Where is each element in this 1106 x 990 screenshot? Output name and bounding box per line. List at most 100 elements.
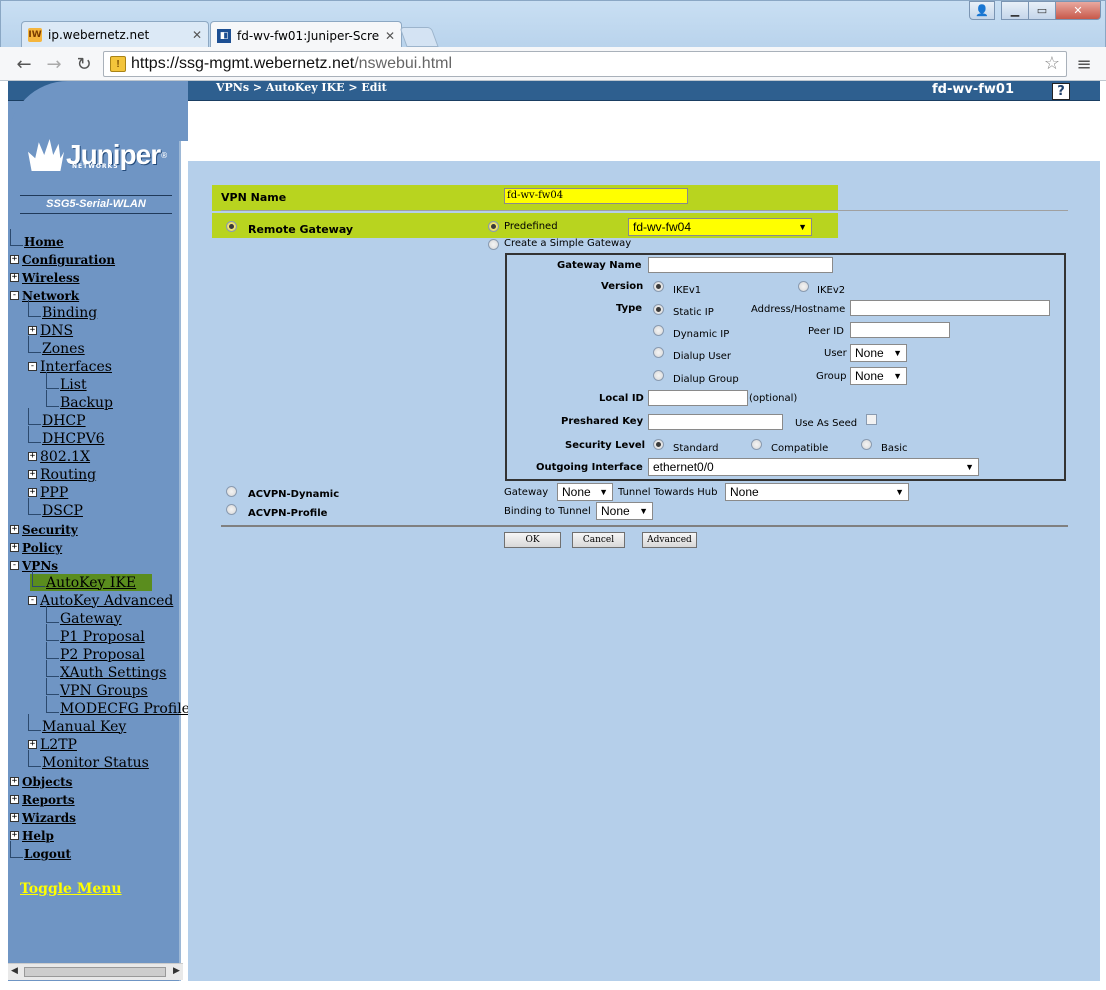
bookmark-star-icon[interactable]: ☆ bbox=[1044, 53, 1060, 74]
reload-icon[interactable]: ↻ bbox=[72, 52, 96, 76]
simple-gateway-radio[interactable] bbox=[488, 239, 499, 250]
sidebar-item-routing[interactable]: + Routing bbox=[28, 466, 96, 483]
local-id-input[interactable] bbox=[648, 390, 748, 406]
sidebar-item-802-1x[interactable]: +802.1X bbox=[28, 448, 90, 465]
dialup-user-radio[interactable] bbox=[653, 347, 664, 358]
sidebar-item-network[interactable]: - Network bbox=[10, 287, 79, 304]
sidebar-item-autokey-ike[interactable]: AutoKey IKE bbox=[30, 570, 152, 591]
expand-icon[interactable]: + bbox=[10, 543, 19, 552]
expand-icon[interactable]: + bbox=[28, 488, 37, 497]
new-tab-button[interactable] bbox=[399, 27, 439, 47]
tab-title: ip.webernetz.net bbox=[48, 28, 150, 42]
browser-tab-juniper[interactable]: ◧ fd-wv-fw01:Juniper-Scree ✕ bbox=[210, 21, 402, 49]
sidebar-item-xauth-settings[interactable]: XAuth Settings bbox=[46, 660, 166, 681]
ok-button[interactable]: OK bbox=[504, 532, 561, 548]
expand-icon[interactable]: + bbox=[28, 326, 37, 335]
forward-arrow-icon[interactable]: → bbox=[42, 52, 66, 76]
advanced-button[interactable]: Advanced bbox=[642, 532, 697, 548]
sidebar-item-modecfg-profile[interactable]: MODECFG Profile bbox=[46, 696, 190, 717]
sidebar-item-configuration[interactable]: + Configuration bbox=[10, 251, 115, 268]
scroll-right-icon[interactable]: ▶ bbox=[173, 966, 180, 976]
sidebar-item-interfaces[interactable]: - Interfaces bbox=[28, 358, 112, 375]
expand-icon[interactable]: + bbox=[28, 452, 37, 461]
sidebar-item-monitor-status[interactable]: Monitor Status bbox=[28, 750, 149, 771]
standard-radio[interactable] bbox=[653, 439, 664, 450]
scroll-left-icon[interactable]: ◀ bbox=[11, 966, 18, 976]
dialup-group-radio[interactable] bbox=[653, 370, 664, 381]
sidebar-item-label: DSCP bbox=[42, 502, 83, 519]
predefined-radio[interactable] bbox=[488, 221, 499, 232]
acvpn-gateway-select[interactable]: None ▼ bbox=[557, 483, 613, 501]
group-select[interactable]: None ▼ bbox=[850, 367, 907, 385]
sidebar-item-policy[interactable]: + Policy bbox=[10, 539, 62, 556]
acvpn-profile-radio[interactable] bbox=[226, 504, 237, 515]
user-profile-icon[interactable]: 👤 bbox=[969, 1, 995, 20]
sidebar-item-vpn-groups[interactable]: VPN Groups bbox=[46, 678, 148, 699]
browser-tab-ip-webernetz[interactable]: IW ip.webernetz.net ✕ bbox=[21, 21, 209, 48]
warning-lock-icon[interactable]: ! bbox=[110, 56, 126, 72]
sidebar-item-zones[interactable]: Zones bbox=[28, 336, 85, 357]
preshared-key-input[interactable] bbox=[648, 414, 783, 430]
predefined-gateway-select[interactable]: fd-wv-fw04 ▼ bbox=[628, 218, 812, 236]
expand-icon[interactable]: + bbox=[10, 831, 19, 840]
gateway-name-input[interactable] bbox=[648, 257, 833, 273]
sidebar-horizontal-scrollbar[interactable]: ◀ ▶ bbox=[8, 963, 183, 980]
binding-to-tunnel-select[interactable]: None ▼ bbox=[596, 502, 653, 520]
collapse-icon[interactable]: - bbox=[10, 561, 19, 570]
sidebar-item-wireless[interactable]: + Wireless bbox=[10, 269, 80, 286]
expand-icon[interactable]: + bbox=[28, 740, 37, 749]
close-window-button[interactable]: ✕ bbox=[1055, 1, 1101, 20]
tree-connector bbox=[10, 229, 23, 246]
sidebar-item-wizards[interactable]: + Wizards bbox=[10, 809, 76, 826]
ikev2-radio[interactable] bbox=[798, 281, 809, 292]
sidebar-item-objects[interactable]: + Objects bbox=[10, 773, 72, 790]
acvpn-dynamic-radio[interactable] bbox=[226, 486, 237, 497]
tunnel-towards-hub-select[interactable]: None ▼ bbox=[725, 483, 909, 501]
user-select[interactable]: None ▼ bbox=[850, 344, 907, 362]
sidebar-item-dhcpv6[interactable]: DHCPV6 bbox=[28, 426, 105, 447]
address-hostname-input[interactable] bbox=[850, 300, 1050, 316]
hamburger-menu-icon[interactable]: ≡ bbox=[1072, 52, 1096, 76]
sidebar-item-p1-proposal[interactable]: P1 Proposal bbox=[46, 624, 145, 645]
collapse-icon[interactable]: - bbox=[28, 362, 37, 371]
sidebar-item-backup[interactable]: Backup bbox=[46, 390, 113, 411]
scrollbar-thumb[interactable] bbox=[24, 967, 166, 977]
toggle-menu-link[interactable]: Toggle Menu bbox=[20, 881, 122, 897]
collapse-icon[interactable]: - bbox=[10, 291, 19, 300]
remote-gateway-radio[interactable] bbox=[226, 221, 237, 232]
expand-icon[interactable]: + bbox=[10, 777, 19, 786]
collapse-icon[interactable]: - bbox=[28, 596, 37, 605]
expand-icon[interactable]: + bbox=[10, 795, 19, 804]
maximize-button[interactable]: ▭ bbox=[1028, 1, 1056, 20]
static-ip-radio[interactable] bbox=[653, 304, 664, 315]
tree-connector bbox=[28, 498, 41, 515]
sidebar-item-home[interactable]: Home bbox=[10, 229, 64, 250]
expand-icon[interactable]: + bbox=[10, 273, 19, 282]
cancel-button[interactable]: Cancel bbox=[572, 532, 625, 548]
peer-id-input[interactable] bbox=[850, 322, 950, 338]
sidebar-item-dscp[interactable]: DSCP bbox=[28, 498, 83, 519]
ikev1-radio[interactable] bbox=[653, 281, 664, 292]
basic-radio[interactable] bbox=[861, 439, 872, 450]
compatible-radio[interactable] bbox=[751, 439, 762, 450]
vpn-name-input[interactable]: fd-wv-fw04 bbox=[504, 188, 688, 204]
sidebar-item-reports[interactable]: + Reports bbox=[10, 791, 75, 808]
use-as-seed-checkbox[interactable] bbox=[866, 414, 877, 425]
sidebar-item-logout[interactable]: Logout bbox=[10, 841, 71, 862]
sidebar-item-security[interactable]: + Security bbox=[10, 521, 78, 538]
expand-icon[interactable]: + bbox=[10, 255, 19, 264]
sidebar-item-binding[interactable]: Binding bbox=[28, 300, 97, 321]
sidebar-item-manual-key[interactable]: Manual Key bbox=[28, 714, 126, 735]
dynamic-ip-radio[interactable] bbox=[653, 325, 664, 336]
back-arrow-icon[interactable]: ← bbox=[12, 52, 36, 76]
help-icon[interactable]: ? bbox=[1052, 83, 1070, 100]
expand-icon[interactable]: + bbox=[28, 470, 37, 479]
outgoing-interface-select[interactable]: ethernet0/0 ▼ bbox=[648, 458, 979, 476]
sidebar-item-p2-proposal[interactable]: P2 Proposal bbox=[46, 642, 145, 663]
expand-icon[interactable]: + bbox=[10, 813, 19, 822]
close-tab-icon[interactable]: ✕ bbox=[385, 29, 395, 43]
expand-icon[interactable]: + bbox=[10, 525, 19, 534]
minimize-button[interactable]: ▁ bbox=[1001, 1, 1029, 20]
close-tab-icon[interactable]: ✕ bbox=[192, 28, 202, 42]
address-bar[interactable]: ! https://ssg-mgmt.webernetz.net/nswebui… bbox=[103, 51, 1067, 77]
